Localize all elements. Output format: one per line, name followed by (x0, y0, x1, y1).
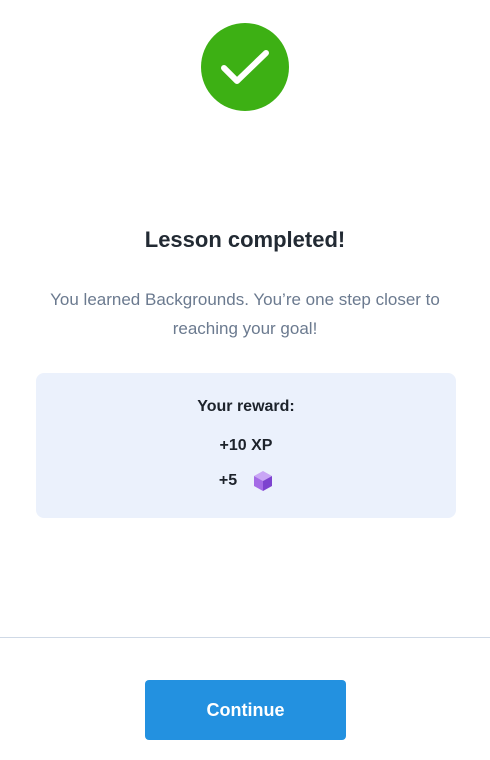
completion-message: You learned Backgrounds. You’re one step… (50, 290, 440, 338)
reward-heading: Your reward: (197, 398, 295, 415)
continue-button[interactable]: Continue (145, 680, 346, 740)
reward-gems-amount: +5 (218, 472, 238, 489)
lesson-complete-screen: Lesson completed! You learned Background… (0, 0, 490, 760)
footer-divider (0, 637, 490, 638)
checkmark-icon (201, 23, 289, 111)
reward-gems: +5 (36, 470, 456, 492)
page-title: Lesson completed! (144, 227, 346, 252)
reward-xp: +10 XP (219, 437, 273, 454)
reward-card: Your reward: +10 XP +5 (36, 373, 456, 518)
checkmark-glyph (221, 50, 269, 84)
purple-cube-icon (253, 470, 273, 492)
